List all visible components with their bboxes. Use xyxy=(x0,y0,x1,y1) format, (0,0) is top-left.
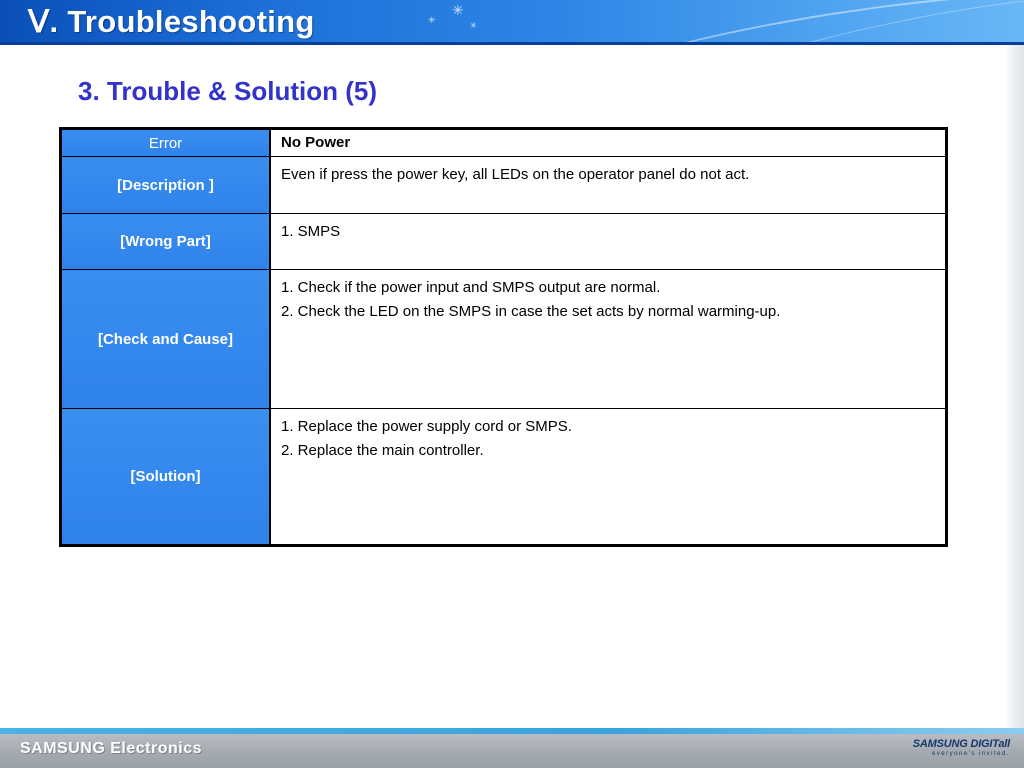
brand-logo-main: SAMSUNG DIGITall xyxy=(912,738,1010,750)
value-line: Even if press the power key, all LEDs on… xyxy=(281,166,750,183)
star-icon: ✳ xyxy=(428,15,436,25)
table-row-error: Error No Power xyxy=(60,128,947,157)
row-label-description: [Description ] xyxy=(60,156,271,214)
slide: ✳ ✳ ✳ Ⅴ. Troubleshooting 3. Trouble & So… xyxy=(0,0,1024,768)
footer-brand-logo: SAMSUNG DIGITall everyone's invited. xyxy=(913,738,1010,757)
value-line: 2. Check the LED on the SMPS in case the… xyxy=(281,303,781,320)
value-line: 1. SMPS xyxy=(281,223,341,240)
row-value-solution: 1. Replace the power supply cord or SMPS… xyxy=(269,408,947,546)
row-value-check-and-cause: 1. Check if the power input and SMPS out… xyxy=(269,269,947,409)
panel-edge-shadow xyxy=(1005,45,1024,730)
row-value-error: No Power xyxy=(269,128,947,157)
table-row-solution: [Solution] 1. Replace the power supply c… xyxy=(60,408,947,546)
header-banner: ✳ ✳ ✳ Ⅴ. Troubleshooting xyxy=(0,0,1024,45)
row-label-error: Error xyxy=(60,128,271,157)
row-value-description: Even if press the power key, all LEDs on… xyxy=(269,156,947,214)
table-row-wrong-part: [Wrong Part] 1. SMPS xyxy=(60,213,947,270)
value-line: 1. Replace the power supply cord or SMPS… xyxy=(281,418,572,435)
row-value-wrong-part: 1. SMPS xyxy=(269,213,947,270)
footer-bar: SAMSUNG Electronics SAMSUNG DIGITall eve… xyxy=(0,734,1024,768)
star-icon: ✳ xyxy=(470,21,477,30)
row-label-check-and-cause: [Check and Cause] xyxy=(60,269,271,409)
value-line: No Power xyxy=(281,134,351,151)
row-label-wrong-part: [Wrong Part] xyxy=(60,213,271,270)
table-row-check-and-cause: [Check and Cause] 1. Check if the power … xyxy=(60,269,947,409)
page-title: Ⅴ. Troubleshooting xyxy=(28,4,315,39)
section-title: 3. Trouble & Solution (5) xyxy=(78,76,377,106)
table-row-description: [Description ] Even if press the power k… xyxy=(60,156,947,214)
value-line: 1. Check if the power input and SMPS out… xyxy=(281,279,661,296)
row-label-solution: [Solution] xyxy=(60,408,271,546)
footer-company-logo: SAMSUNG Electronics xyxy=(20,740,202,757)
brand-logo-tagline: everyone's invited. xyxy=(931,751,1010,757)
value-line: 2. Replace the main controller. xyxy=(281,442,484,459)
trouble-table: Error No Power [Description ] Even if pr… xyxy=(59,127,948,547)
star-icon: ✳ xyxy=(452,2,464,18)
